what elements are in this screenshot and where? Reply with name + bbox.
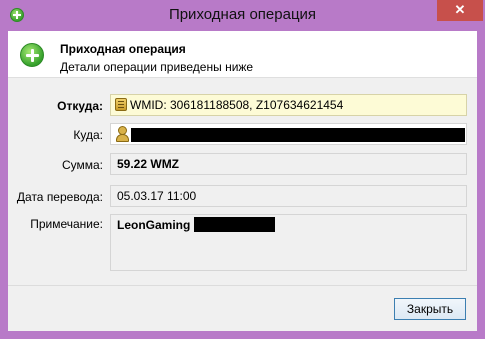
user-icon [115, 126, 129, 143]
amount-value: 59.22 WMZ [117, 157, 180, 171]
footer-divider [8, 285, 477, 286]
date-field[interactable]: 05.03.17 11:00 [110, 185, 467, 207]
from-value: WMID: 306181188508, Z107634621454 [130, 98, 344, 112]
from-label: Откуда: [57, 99, 103, 113]
note-value: LeonGaming [117, 218, 191, 232]
dialog-header: Приходная операция Детали операции приве… [8, 31, 477, 78]
note-field[interactable]: LeonGaming [110, 214, 467, 271]
close-button[interactable]: Закрыть [394, 298, 466, 320]
header-title: Приходная операция [60, 42, 186, 56]
to-field[interactable] [110, 123, 467, 145]
note-label: Примечание: [30, 217, 103, 231]
amount-field[interactable]: 59.22 WMZ [110, 153, 467, 175]
date-value: 05.03.17 11:00 [117, 189, 197, 203]
to-label: Куда: [73, 128, 103, 142]
date-label: Дата перевода: [16, 190, 103, 204]
header-subtitle: Детали операции приведены ниже [60, 60, 254, 74]
title-bar: Приходная операция ✕ [0, 0, 485, 32]
amount-label: Сумма: [61, 158, 103, 172]
redacted-block [194, 217, 276, 233]
plus-circle-icon [20, 43, 44, 67]
from-field[interactable]: WMID: 306181188508, Z107634621454 [110, 94, 467, 116]
dialog-body: Приходная операция Детали операции приве… [8, 31, 477, 331]
window-close-button[interactable]: ✕ [437, 0, 483, 21]
redacted-block [131, 127, 465, 142]
wallet-icon [115, 98, 127, 112]
window-title: Приходная операция [168, 6, 317, 23]
